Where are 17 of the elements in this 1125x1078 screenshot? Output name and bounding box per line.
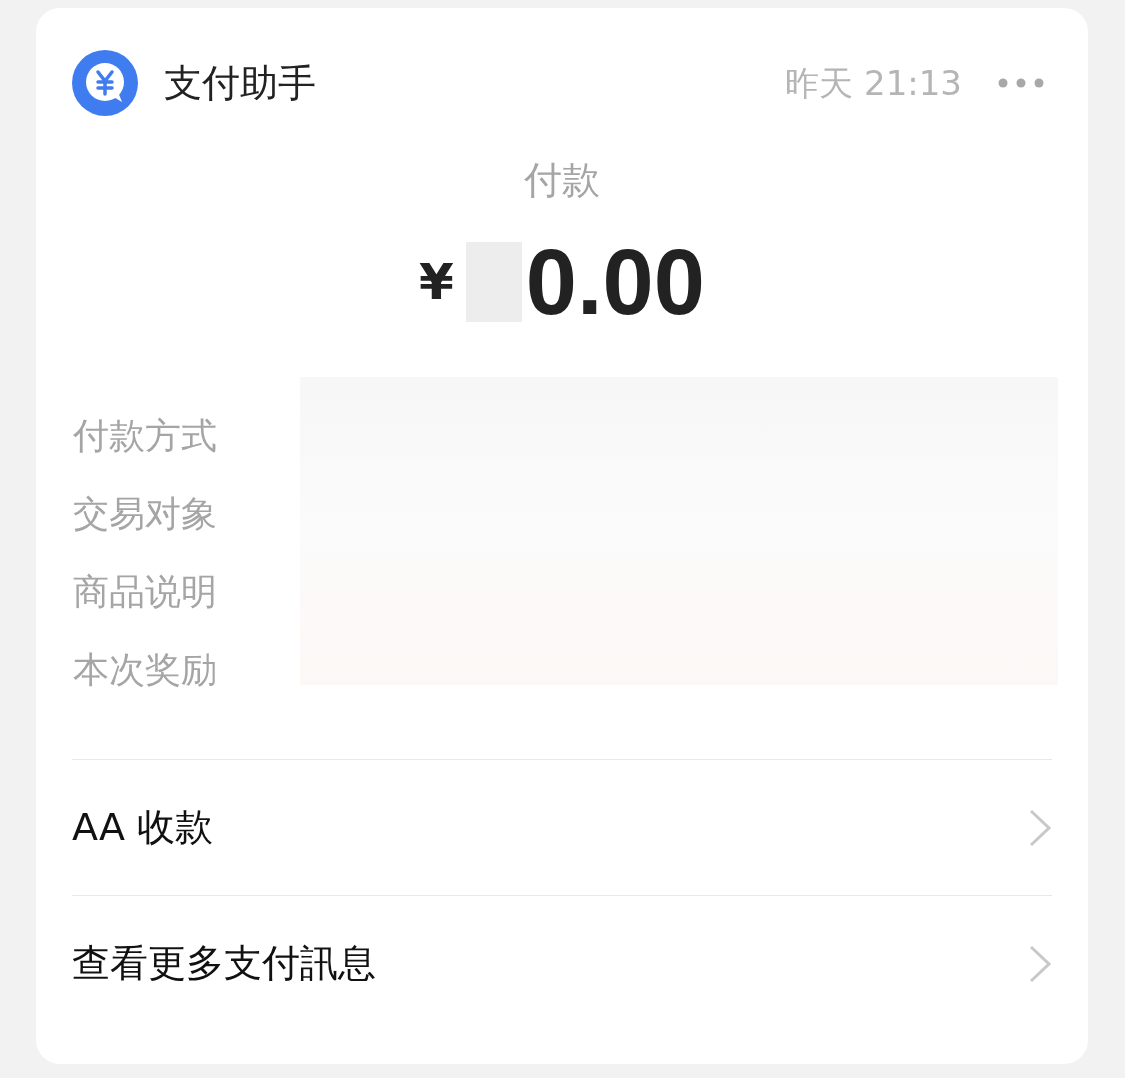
chat-title: 支付助手 xyxy=(164,59,316,107)
detail-label: 付款方式 xyxy=(73,414,217,458)
payment-label: 付款 xyxy=(524,157,600,204)
detail-label: 商品说明 xyxy=(73,570,217,614)
detail-label: 本次奖励 xyxy=(73,648,217,692)
detail-label: 交易对象 xyxy=(73,492,217,536)
link-label: AA 收款 xyxy=(72,804,214,851)
chevron-right-icon xyxy=(1028,807,1052,848)
more-icon[interactable] xyxy=(998,77,1044,89)
yen-chat-icon xyxy=(72,50,138,116)
link-row[interactable]: AA 收款 xyxy=(72,759,1052,895)
link-row[interactable]: 查看更多支付訊息 xyxy=(72,895,1052,1031)
message-time: 昨天 21:13 xyxy=(785,61,962,105)
chevron-right-icon xyxy=(1028,943,1052,984)
currency-sign: ¥ xyxy=(419,251,454,313)
payment-amount: 0.00 xyxy=(525,230,705,335)
link-label: 查看更多支付訊息 xyxy=(72,940,376,987)
